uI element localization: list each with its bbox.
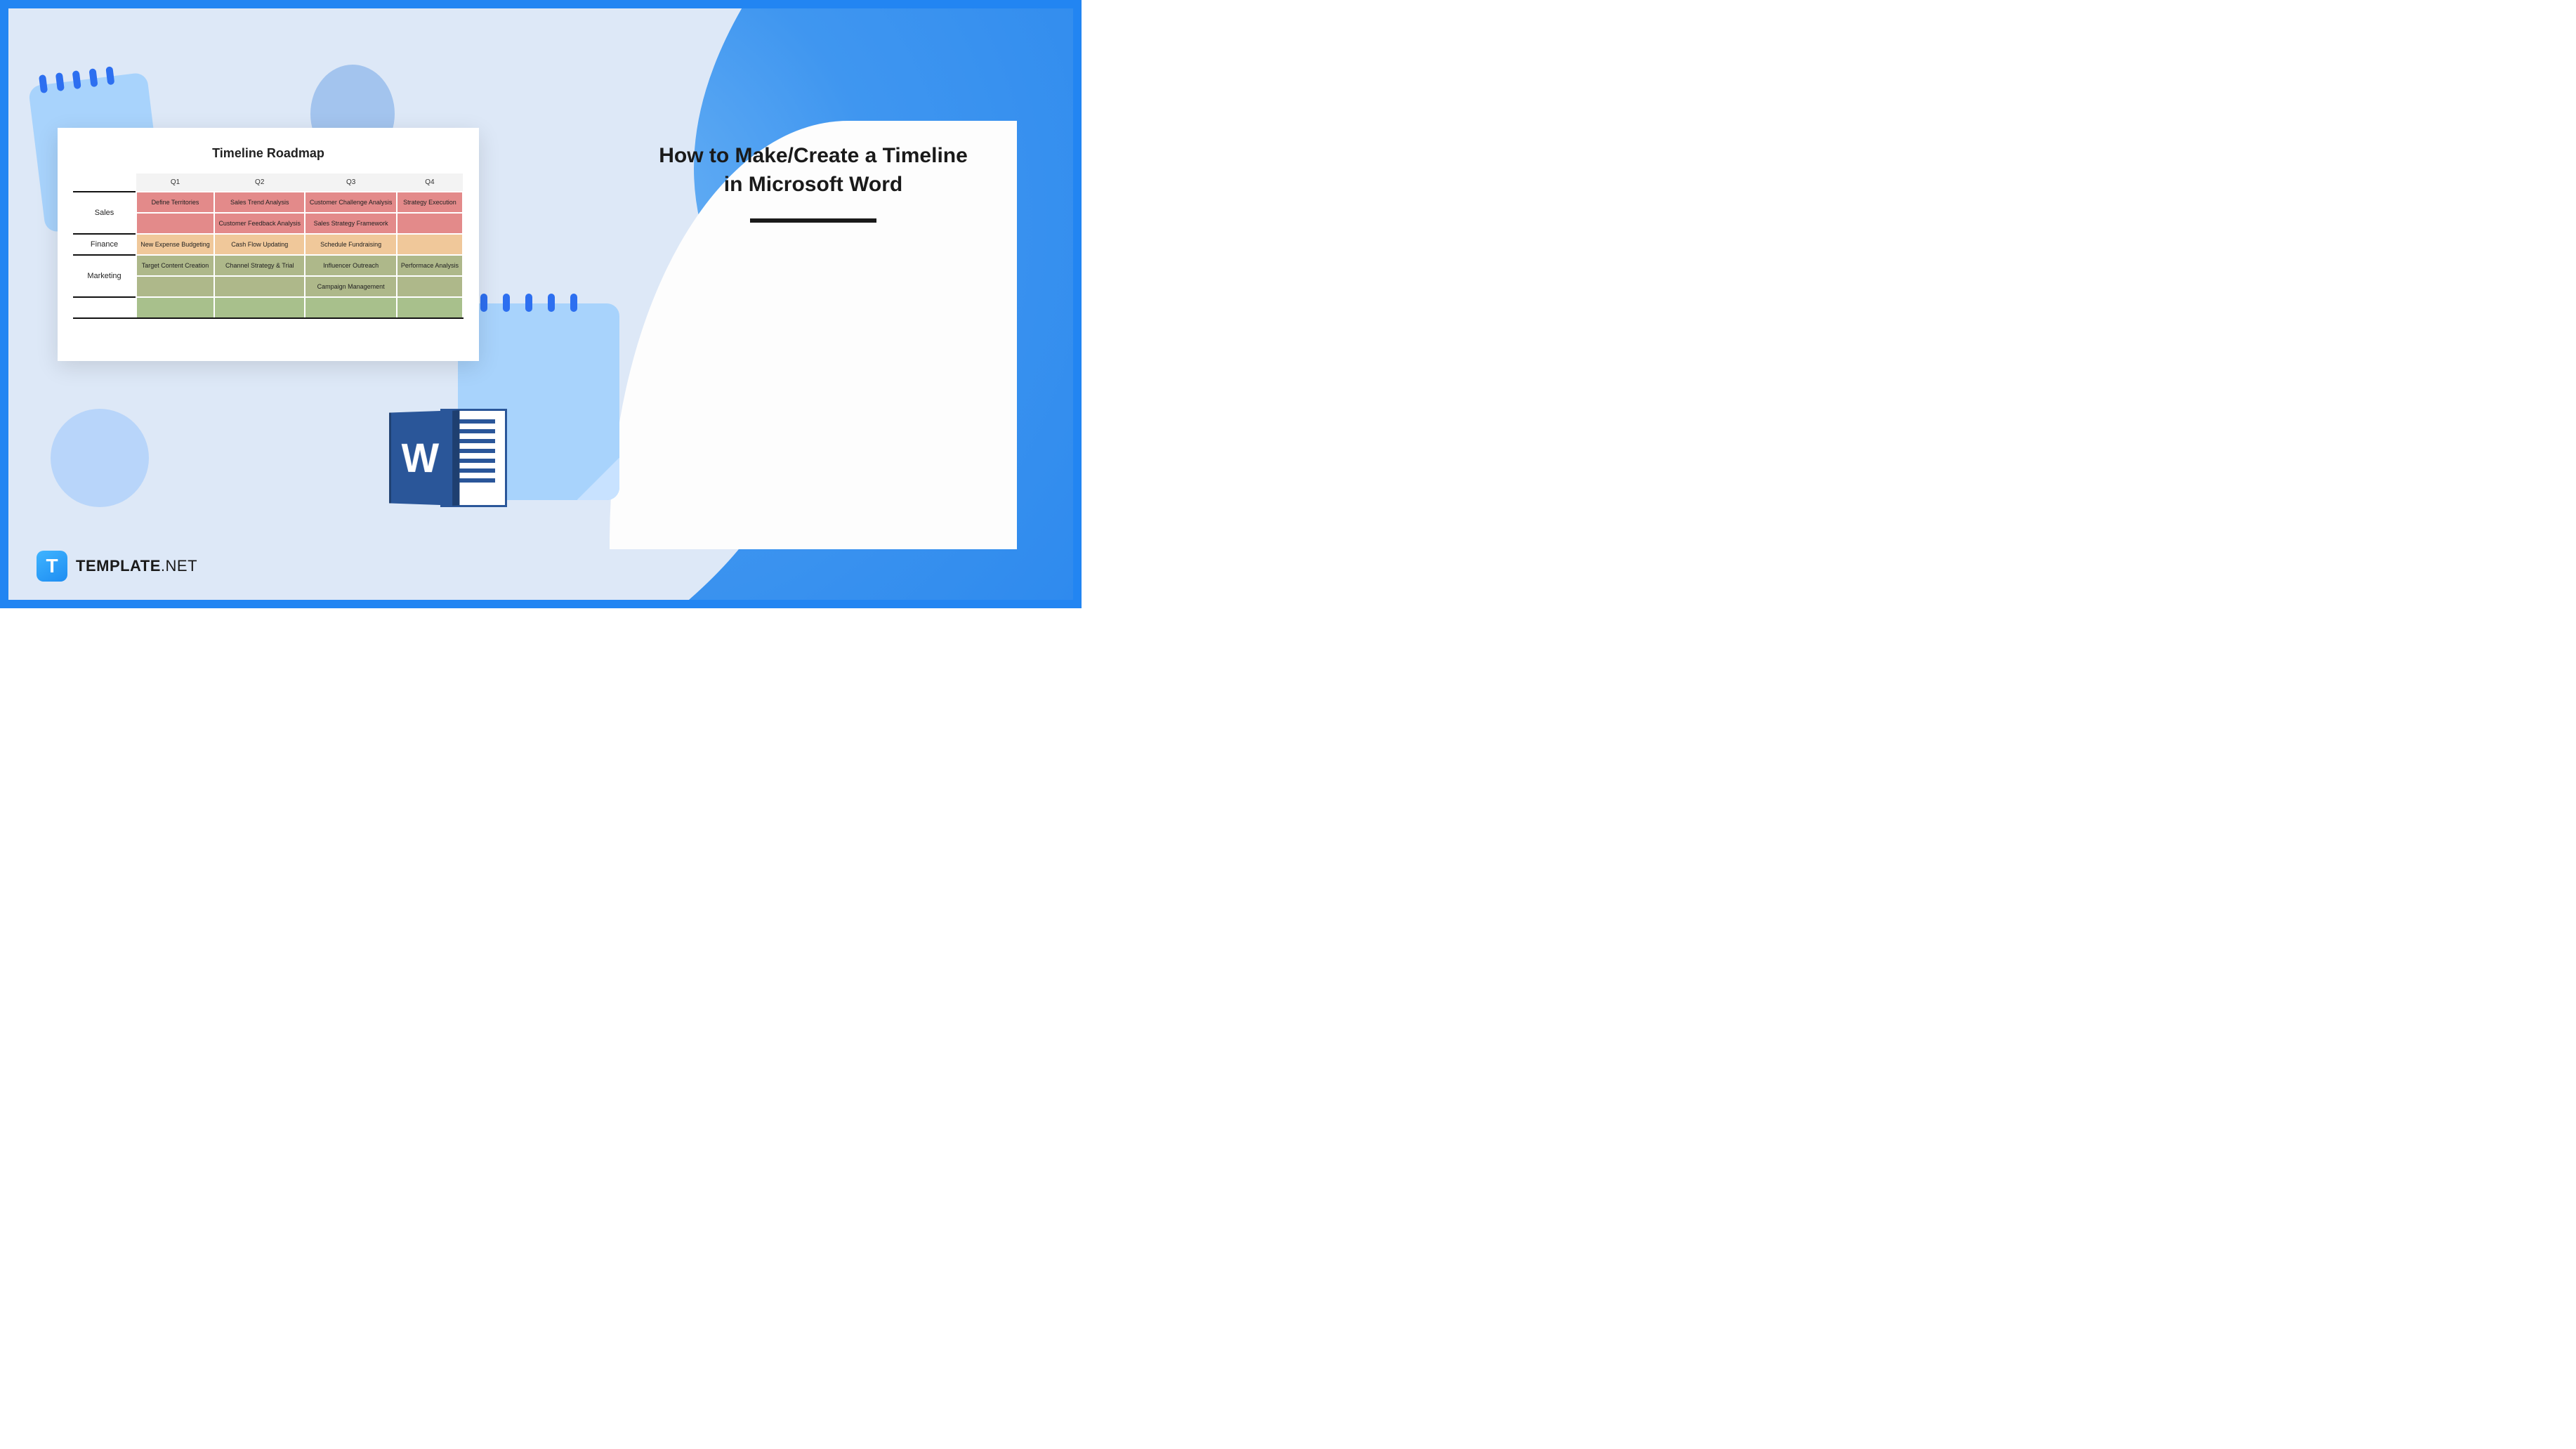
quarter-header: Q4 xyxy=(397,173,463,192)
logo-text: TEMPLATE.NET xyxy=(76,557,197,575)
row-label-empty xyxy=(73,297,136,318)
task-cell: Sales Trend Analysis xyxy=(214,192,305,213)
task-cell xyxy=(397,213,463,234)
task-cell: Customer Feedback Analysis xyxy=(214,213,305,234)
task-cell xyxy=(136,276,214,297)
roadmap-table: Q1 Q2 Q3 Q4 Sales Define Territories Sal… xyxy=(73,173,464,319)
logo-name: TEMPLATE xyxy=(76,557,161,575)
document-heading: Timeline Roadmap xyxy=(73,146,464,161)
task-cell: Cash Flow Updating xyxy=(214,234,305,255)
document-preview: Timeline Roadmap Q1 Q2 Q3 Q4 Sales Defin… xyxy=(58,128,479,361)
task-cell: Channel Strategy & Trial xyxy=(214,255,305,276)
logo-suffix: .NET xyxy=(161,557,197,575)
task-cell: Influencer Outreach xyxy=(305,255,396,276)
row-label-finance: Finance xyxy=(73,234,136,255)
row-label-sales: Sales xyxy=(73,192,136,234)
task-cell: Strategy Execution xyxy=(397,192,463,213)
task-cell: Sales Strategy Framework xyxy=(305,213,396,234)
task-cell xyxy=(305,297,396,318)
task-cell xyxy=(214,297,305,318)
quarter-header: Q1 xyxy=(136,173,214,192)
task-cell: Campaign Management xyxy=(305,276,396,297)
promo-banner: How to Make/Create a Timeline in Microso… xyxy=(0,0,1082,608)
word-letter: W xyxy=(402,434,440,482)
page-title-block: How to Make/Create a Timeline in Microso… xyxy=(659,142,968,223)
task-cell: Customer Challenge Analysis xyxy=(305,192,396,213)
task-cell: Performace Analysis xyxy=(397,255,463,276)
task-cell: New Expense Budgeting xyxy=(136,234,214,255)
task-cell: Target Content Creation xyxy=(136,255,214,276)
task-cell: Define Territories xyxy=(136,192,214,213)
task-cell xyxy=(136,213,214,234)
task-cell xyxy=(397,276,463,297)
task-cell xyxy=(397,234,463,255)
quarter-header: Q3 xyxy=(305,173,396,192)
task-cell: Schedule Fundraising xyxy=(305,234,396,255)
ms-word-icon: W xyxy=(388,402,507,514)
row-label-marketing: Marketing xyxy=(73,255,136,297)
quarter-header: Q2 xyxy=(214,173,305,192)
task-cell xyxy=(214,276,305,297)
brand-logo: T TEMPLATE.NET xyxy=(37,551,197,582)
task-cell xyxy=(397,297,463,318)
page-title: How to Make/Create a Timeline in Microso… xyxy=(659,142,968,199)
decorative-blob xyxy=(51,409,149,507)
word-book-icon: W xyxy=(389,410,452,505)
logo-badge: T xyxy=(37,551,67,582)
task-cell xyxy=(136,297,214,318)
title-underline xyxy=(750,218,876,223)
